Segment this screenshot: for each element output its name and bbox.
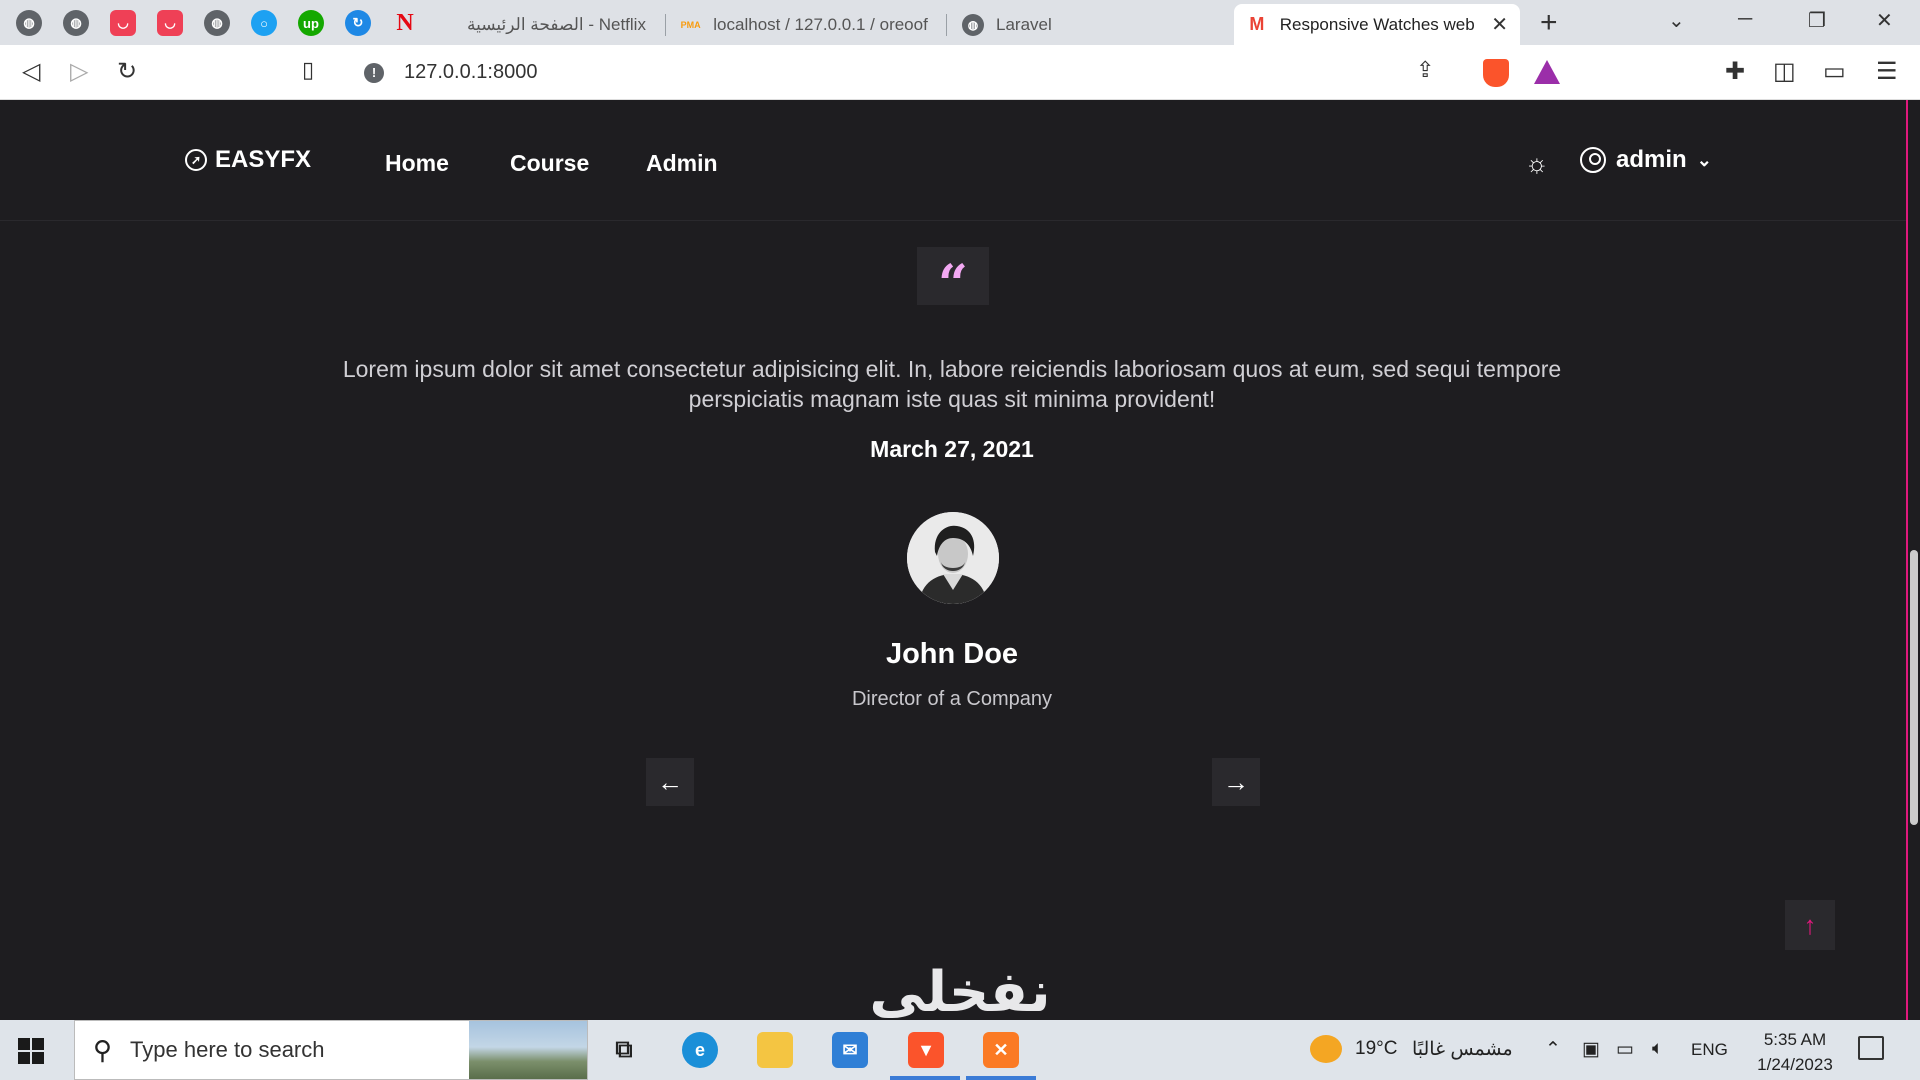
avatar xyxy=(907,512,999,604)
notification-icon[interactable] xyxy=(1858,1036,1884,1060)
menu-icon[interactable]: ☰ xyxy=(1876,57,1898,86)
chevron-down-icon: ⌄ xyxy=(1696,149,1712,170)
back-button[interactable]: ◁ xyxy=(22,57,40,86)
tab-separator xyxy=(946,14,947,36)
gmail-icon: M xyxy=(1249,14,1265,34)
pinned-tab-globe-icon[interactable]: ◍ xyxy=(204,10,230,36)
taskbar-clock[interactable]: 5:35 AM 1/24/2023 xyxy=(1745,1027,1845,1077)
active-app-indicator xyxy=(890,1076,960,1080)
browser-toolbar: ◁ ▷ ↻ ▯ ! 127.0.0.1:8000 ⇪ ✚ ◫ ▭ ☰ xyxy=(0,45,1920,100)
brave-rewards-icon[interactable] xyxy=(1534,60,1560,84)
mail-icon[interactable]: ✉ xyxy=(832,1032,868,1068)
arrow-left-icon: ← xyxy=(657,766,683,797)
tab-search-chevron-down-icon[interactable]: ⌄ xyxy=(1668,8,1685,33)
site-navbar: ➚ EASYFX Home Course Admin ☼ admin ⌄ xyxy=(0,100,1906,221)
search-placeholder: Type here to search xyxy=(130,1037,325,1062)
pinned-tab-netflix-icon[interactable]: N xyxy=(392,10,418,36)
brave-shields-icon[interactable] xyxy=(1483,59,1509,87)
user-circle-icon xyxy=(1580,147,1606,173)
person-portrait xyxy=(907,512,999,604)
user-name: admin xyxy=(1616,146,1687,173)
tab-title: Responsive Watches web xyxy=(1279,14,1475,34)
reload-button[interactable]: ↻ xyxy=(117,57,137,86)
testimonial-text: Lorem ipsum dolor sit amet consectetur a… xyxy=(342,356,1562,412)
bookmark-icon[interactable]: ▯ xyxy=(302,57,314,83)
tab-netflix[interactable]: Netflix - الصفحة الرئيسية xyxy=(455,4,665,45)
person-role: Director of a Company xyxy=(851,688,1053,710)
browser-tab-strip: ◍ ◍ ◡ ◡ ◍ ○ up ↻ N Netflix - الصفحة الرئ… xyxy=(0,0,1920,45)
address-bar[interactable]: ! 127.0.0.1:8000 xyxy=(348,52,1570,93)
pinned-tab-pocket-icon[interactable]: ◡ xyxy=(157,10,183,36)
xampp-icon[interactable]: ✕ xyxy=(983,1032,1019,1068)
url-text[interactable]: 127.0.0.1:8000 xyxy=(404,61,537,84)
volume-icon[interactable]: 🔈︎ xyxy=(1652,1038,1663,1060)
phpmyadmin-icon: PMA xyxy=(680,19,701,30)
tab-separator xyxy=(665,14,666,36)
share-icon[interactable]: ⇪ xyxy=(1416,57,1434,83)
brave-browser-icon[interactable]: ▼ xyxy=(908,1032,944,1068)
clock-time: 5:35 AM xyxy=(1763,1030,1827,1049)
testimonial-date: March 27, 2021 xyxy=(870,436,1034,462)
tab-title: Netflix - الصفحة الرئيسية xyxy=(467,14,646,34)
weather-sun-cloud-icon[interactable] xyxy=(1310,1035,1342,1063)
nav-home[interactable]: Home xyxy=(385,150,449,177)
arrow-up-icon: ↑ xyxy=(1803,909,1817,940)
scrollbar-thumb[interactable] xyxy=(1910,550,1918,825)
pinned-tab-globe-icon[interactable]: ◍ xyxy=(63,10,89,36)
taskbar-search[interactable]: ⚲ Type here to search xyxy=(74,1020,588,1080)
task-view-icon[interactable]: ⧉ xyxy=(606,1032,642,1068)
file-explorer-icon[interactable] xyxy=(757,1032,793,1068)
window-close-button[interactable]: ✕ xyxy=(1876,8,1893,33)
edge-icon[interactable]: e xyxy=(682,1032,718,1068)
forward-button[interactable]: ▷ xyxy=(70,57,88,86)
brand-name: EASYFX xyxy=(215,146,312,173)
scroll-to-top-button[interactable]: ↑ xyxy=(1785,900,1835,950)
windows-taskbar: ⚲ Type here to search ⧉ e ✉ ▼ ✕ 19°C مشم… xyxy=(0,1020,1920,1080)
sun-icon[interactable]: ☼ xyxy=(1525,148,1549,179)
pinned-tab-globe-icon[interactable]: ◍ xyxy=(16,10,42,36)
search-icon: ⚲ xyxy=(93,1034,113,1065)
nav-course[interactable]: Course xyxy=(510,150,589,177)
battery-icon[interactable]: ▭ xyxy=(1616,1038,1634,1061)
restore-button[interactable]: ❐ xyxy=(1808,8,1826,33)
next-testimonial-button[interactable]: → xyxy=(1212,758,1260,806)
tab-laravel[interactable]: ◍ Laravel xyxy=(950,4,1232,45)
tab-title: localhost / 127.0.0.1 / oreoof xyxy=(713,14,928,34)
tab-phpmyadmin[interactable]: PMA localhost / 127.0.0.1 / oreoof xyxy=(668,4,940,45)
extensions-icon[interactable]: ✚ xyxy=(1725,57,1745,86)
weather-text[interactable]: مشمس غالبًا xyxy=(1412,1038,1513,1061)
user-menu[interactable]: admin ⌄ xyxy=(1580,146,1712,174)
person-name: John Doe xyxy=(885,638,1019,670)
weather-temp[interactable]: 19°C xyxy=(1355,1038,1397,1060)
tab-responsive-watches[interactable]: M Responsive Watches web ✕ xyxy=(1234,4,1520,45)
pinned-tab-upwork-icon[interactable]: up xyxy=(298,10,324,36)
pinned-tab-circle-icon[interactable]: ○ xyxy=(251,10,277,36)
windows-start-icon[interactable] xyxy=(18,1038,44,1064)
pinned-tab-swirl-icon[interactable]: ↻ xyxy=(345,10,371,36)
minimize-button[interactable]: ─ xyxy=(1738,8,1752,31)
close-icon[interactable]: ✕ xyxy=(1491,12,1508,37)
sidebar-icon[interactable]: ◫ xyxy=(1773,57,1796,86)
pinned-tab-pocket-icon[interactable]: ◡ xyxy=(110,10,136,36)
site-logo[interactable]: ➚ EASYFX xyxy=(185,146,311,174)
device-icon[interactable]: ▣ xyxy=(1582,1038,1600,1061)
active-app-indicator xyxy=(966,1076,1036,1080)
clock-date: 1/24/2023 xyxy=(1757,1055,1833,1074)
chevron-up-icon[interactable]: ⌃ xyxy=(1545,1038,1561,1061)
language-indicator[interactable]: ENG xyxy=(1691,1040,1728,1060)
search-highlight-image xyxy=(469,1021,587,1079)
page-scrollbar[interactable] xyxy=(1906,100,1920,1020)
tab-title: Laravel xyxy=(996,14,1052,34)
quote-icon: “ xyxy=(917,247,989,311)
nav-admin[interactable]: Admin xyxy=(646,150,718,177)
site-info-icon[interactable]: ! xyxy=(364,62,384,83)
arrow-right-icon: → xyxy=(1223,766,1249,797)
compass-icon: ➚ xyxy=(185,149,207,171)
prev-testimonial-button[interactable]: ← xyxy=(646,758,694,806)
wallet-icon[interactable]: ▭ xyxy=(1823,57,1846,86)
watermark-logo: نفخلي xyxy=(869,960,1051,1025)
globe-icon: ◍ xyxy=(962,13,984,36)
new-tab-button[interactable]: + xyxy=(1540,6,1558,40)
